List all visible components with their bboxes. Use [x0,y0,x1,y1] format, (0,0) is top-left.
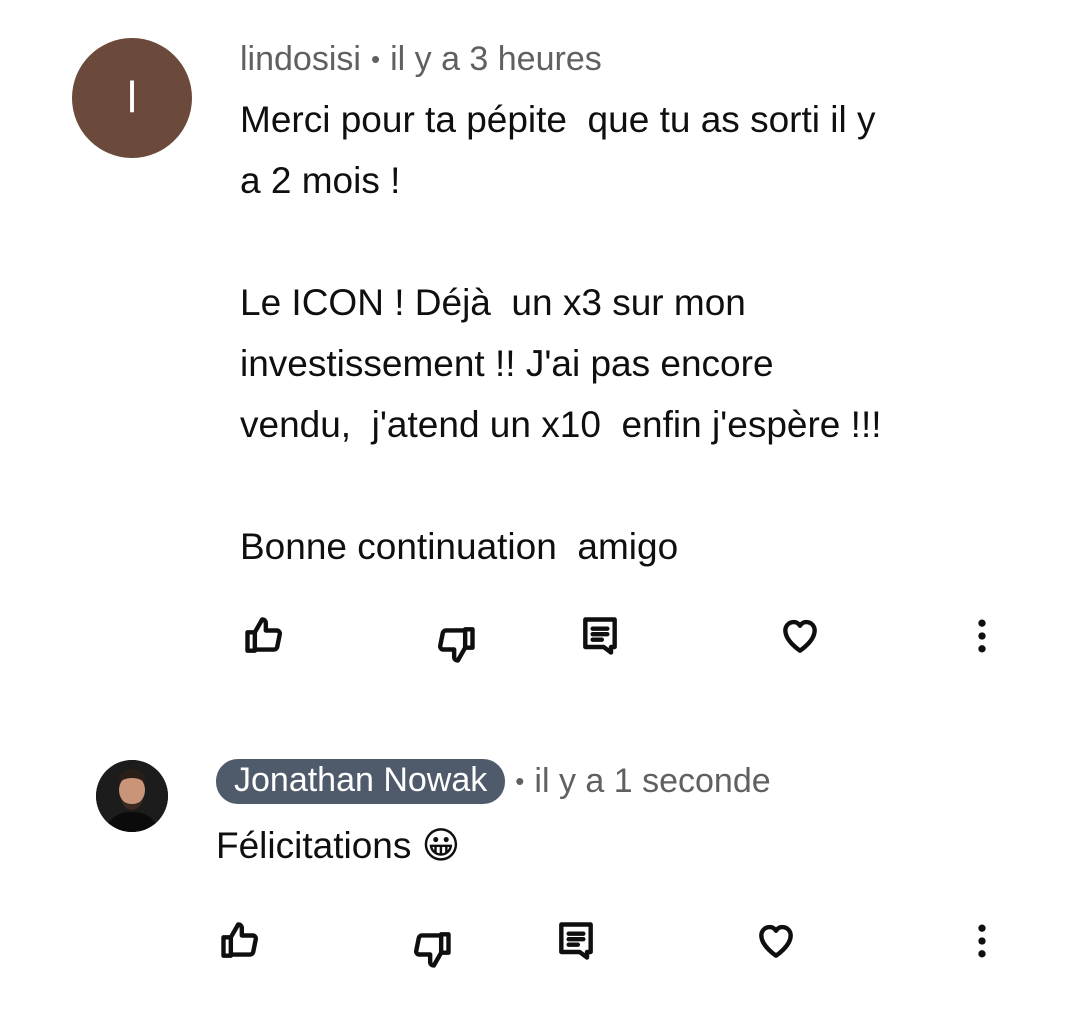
heart-button[interactable] [774,610,826,662]
comment-text: Merci pour ta pépite que tu as sorti il … [240,99,882,567]
like-button[interactable] [214,915,266,967]
dislike-button[interactable] [430,618,482,670]
dislike-button[interactable] [406,923,458,975]
comment-text: Félicitations 😀 [216,825,461,866]
thumbs-down-icon [413,932,451,968]
avatar[interactable] [96,760,168,832]
comment-timestamp: il y a 1 seconde [534,762,771,800]
comment-actions [0,915,1080,975]
comment-meta: Jonathan Nowak • il y a 1 seconde [216,759,771,804]
more-vertical-icon [978,924,986,958]
meta-separator: • [515,766,525,796]
reply-button[interactable] [550,915,602,967]
thumbs-down-icon [437,627,475,663]
more-options-button[interactable] [956,610,1008,662]
heart-button[interactable] [750,915,802,967]
thumbs-up-icon [221,922,259,958]
reply-button[interactable] [574,610,626,662]
more-vertical-icon [978,619,986,653]
comment-timestamp: il y a 3 heures [390,40,602,78]
avatar[interactable]: l [72,38,192,158]
more-options-button[interactable] [956,915,1008,967]
comment-author[interactable]: lindosisi [240,40,361,79]
heart-icon [759,924,793,958]
comment-meta: lindosisi • il y a 3 heures [240,40,602,79]
comment-author-badge[interactable]: Jonathan Nowak [216,759,506,804]
reply-icon [583,617,617,655]
heart-icon [783,619,817,653]
thumbs-up-icon [245,617,283,653]
avatar-photo-icon [96,760,168,832]
meta-separator: • [370,44,381,74]
avatar-letter: l [127,73,137,122]
reply-icon [559,922,593,960]
comment-actions [0,610,1080,670]
like-button[interactable] [238,610,290,662]
